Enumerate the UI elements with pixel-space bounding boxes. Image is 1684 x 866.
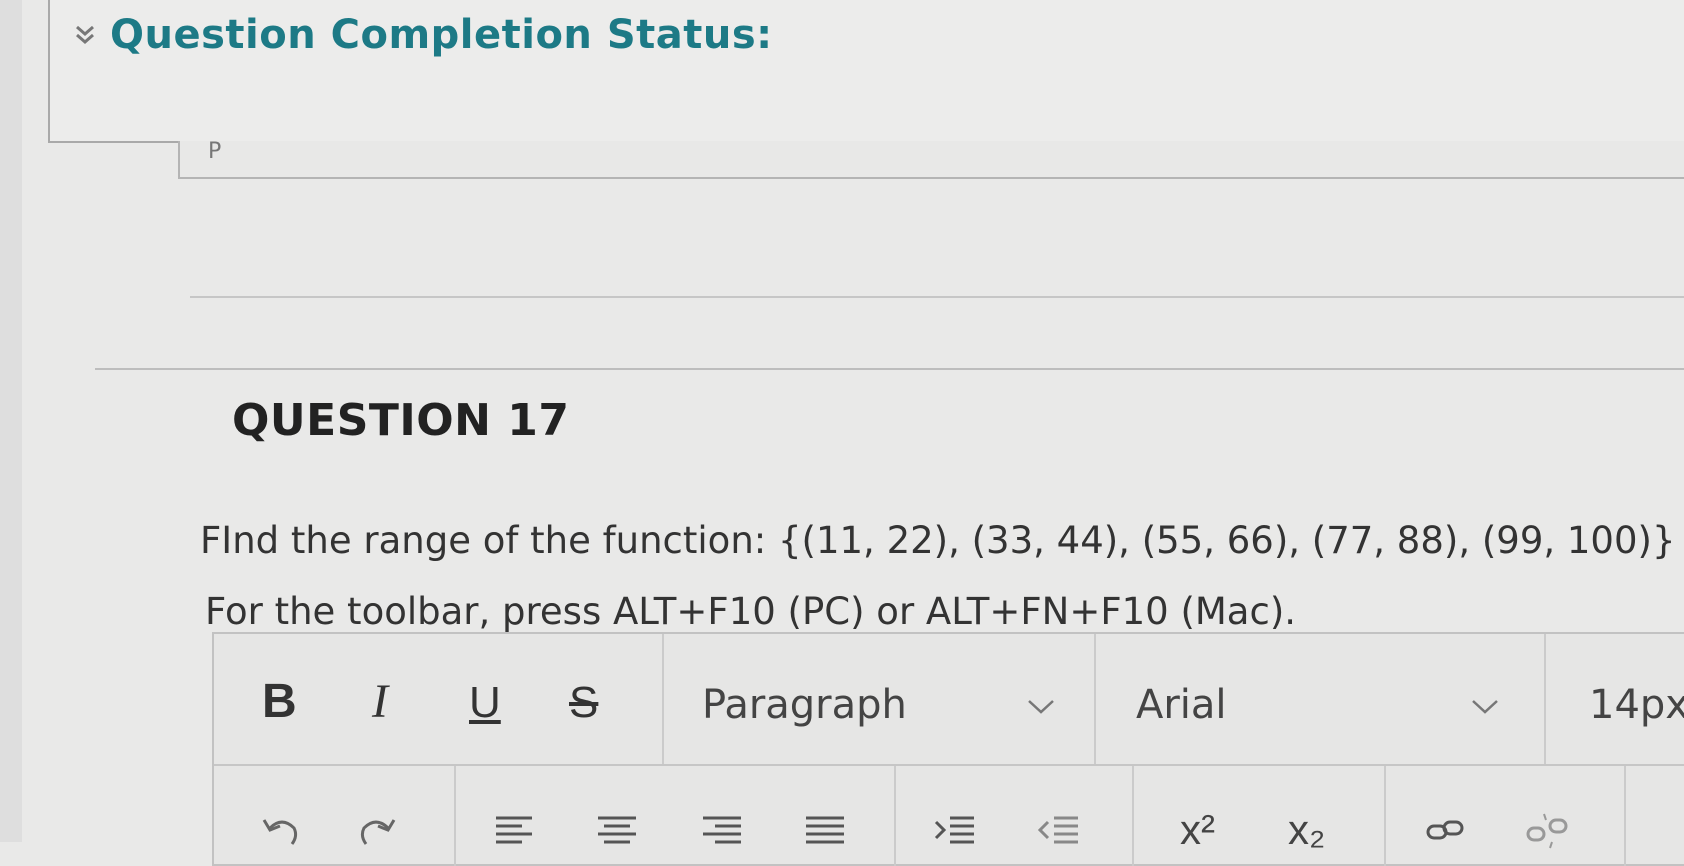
strikethrough-button[interactable]: S <box>569 678 598 728</box>
font-size-select[interactable]: 14px <box>1589 682 1684 728</box>
align-right-icon[interactable] <box>699 808 745 854</box>
question-divider <box>95 368 1684 370</box>
bold-button[interactable]: B <box>262 674 297 729</box>
chevron-down-icon[interactable] <box>1026 698 1056 716</box>
font-family-select[interactable]: Arial <box>1136 682 1227 728</box>
toolbar-separator <box>1094 634 1096 764</box>
link-icon[interactable] <box>1422 808 1468 854</box>
toolbar-row-formatting: B I U S Paragraph Arial 14px <box>214 634 1684 766</box>
toolbar-separator <box>1384 766 1386 866</box>
toolbar-row-actions: x² x₂ <box>214 766 1684 866</box>
toolbar-separator <box>1132 766 1134 866</box>
redo-icon[interactable] <box>354 808 400 854</box>
subscript-button[interactable]: x₂ <box>1288 806 1325 854</box>
toolbar-separator <box>662 634 664 764</box>
left-margin <box>0 0 22 842</box>
question-number: QUESTION 17 <box>232 395 570 446</box>
align-center-icon[interactable] <box>594 808 640 854</box>
divider <box>190 296 1684 298</box>
superscript-button[interactable]: x² <box>1180 806 1215 854</box>
completion-status-header[interactable]: Question Completion Status: <box>72 12 773 58</box>
unlink-icon[interactable] <box>1524 808 1570 854</box>
outdent-icon[interactable] <box>1036 808 1082 854</box>
align-justify-icon[interactable] <box>802 808 848 854</box>
align-left-icon[interactable] <box>492 808 538 854</box>
italic-button[interactable]: I <box>372 674 388 729</box>
completion-status-title: Question Completion Status: <box>110 12 773 58</box>
previous-question-frame <box>178 141 1684 179</box>
undo-icon[interactable] <box>258 808 304 854</box>
toolbar-separator <box>1624 766 1626 866</box>
underline-button[interactable]: U <box>469 678 501 728</box>
double-chevron-down-icon[interactable] <box>72 22 98 48</box>
question-text: FInd the range of the function: {(11, 22… <box>200 519 1676 562</box>
toolbar-separator <box>1544 634 1546 764</box>
indent-icon[interactable] <box>932 808 978 854</box>
paragraph-select[interactable]: Paragraph <box>702 682 907 728</box>
rich-text-editor[interactable]: B I U S Paragraph Arial 14px x² x₂ <box>212 632 1684 866</box>
toolbar-separator <box>894 766 896 866</box>
toolbar-separator <box>454 766 456 866</box>
previous-question-fragment: P <box>208 139 222 164</box>
toolbar-hint: For the toolbar, press ALT+F10 (PC) or A… <box>205 590 1297 633</box>
chevron-down-icon[interactable] <box>1470 698 1500 716</box>
